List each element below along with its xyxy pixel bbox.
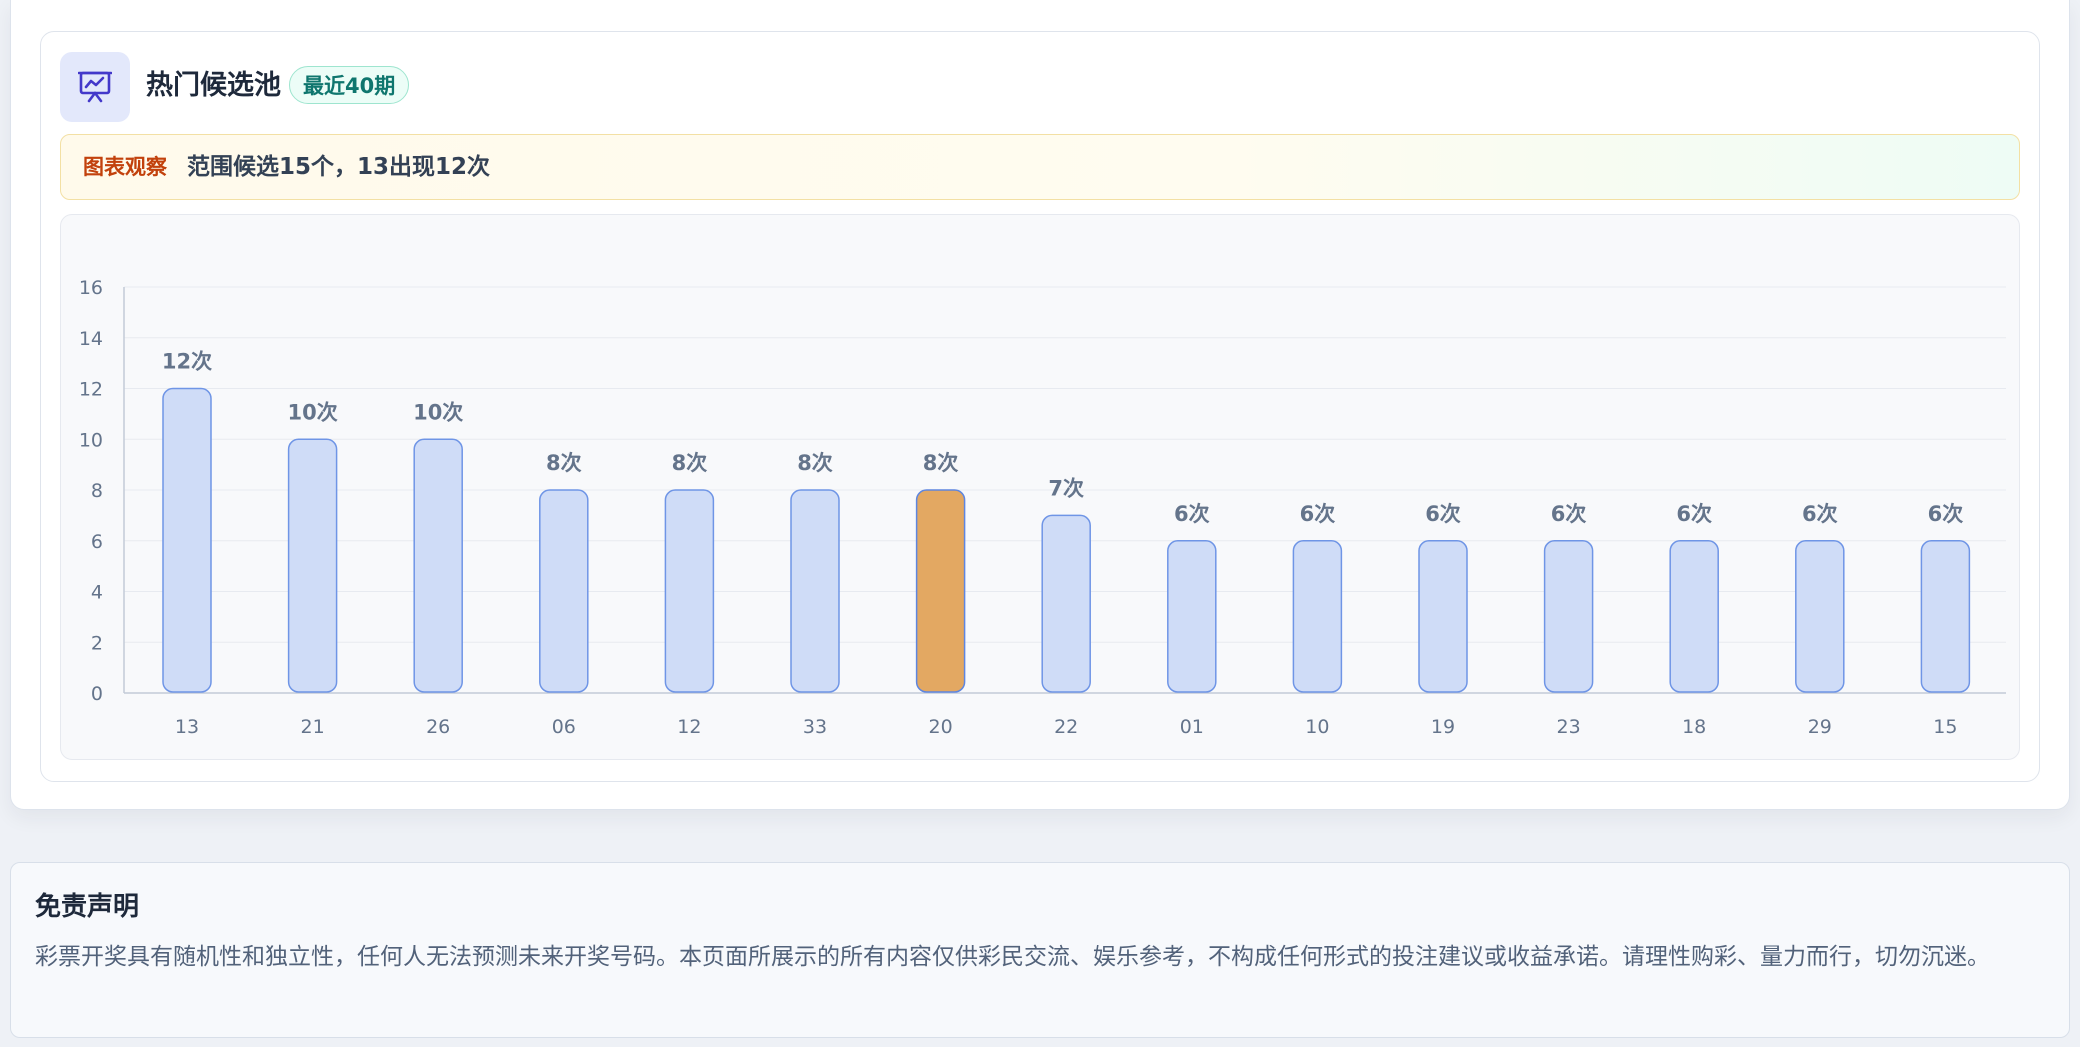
bar-22 bbox=[1041, 514, 1091, 693]
x-tick-label: 15 bbox=[1933, 716, 1957, 738]
disclaimer-card: 免责声明 彩票开奖具有随机性和独立性，任何人无法预测未来开奖号码。本页面所展示的… bbox=[10, 862, 2070, 1038]
x-tick-label: 12 bbox=[677, 716, 701, 738]
disclaimer-text: 彩票开奖具有随机性和独立性，任何人无法预测未来开奖号码。本页面所展示的所有内容仅… bbox=[35, 944, 1990, 970]
insight-text: 范围候选15个，13出现12次 bbox=[187, 154, 491, 180]
chart-panel: 0 2 4 6 8 10 12 14 16 12次 13 10次 21 10次 26 8次 06 8次 12 8次 33… bbox=[60, 214, 2020, 760]
x-tick-label: 21 bbox=[301, 716, 325, 738]
bar-26 bbox=[413, 438, 463, 693]
y-tick-label: 12 bbox=[79, 379, 103, 401]
bar-19 bbox=[1418, 540, 1468, 693]
bar-29 bbox=[1795, 540, 1845, 693]
y-tick-label: 10 bbox=[79, 429, 103, 451]
bar-01 bbox=[1167, 540, 1217, 693]
x-tick-label: 10 bbox=[1305, 716, 1329, 738]
bar-data-label: 8次 bbox=[923, 451, 959, 475]
x-tick-label: 19 bbox=[1431, 716, 1455, 738]
y-tick-label: 14 bbox=[79, 328, 103, 350]
bar-data-label: 6次 bbox=[1551, 502, 1587, 526]
period-badge: 最近40期 bbox=[289, 66, 410, 104]
insight-bar: 图表观察 范围候选15个，13出现12次 bbox=[60, 134, 2020, 200]
bar-18 bbox=[1669, 540, 1719, 693]
y-tick-label: 6 bbox=[91, 531, 103, 553]
bar-data-label: 8次 bbox=[672, 451, 708, 475]
x-tick-label: 13 bbox=[175, 716, 199, 738]
disclaimer-title: 免责声明 bbox=[35, 892, 140, 922]
x-tick-label: 33 bbox=[803, 716, 827, 738]
y-tick-label: 8 bbox=[91, 480, 103, 502]
x-tick-label: 18 bbox=[1682, 716, 1706, 738]
x-tick-label: 20 bbox=[929, 716, 953, 738]
bar-data-label: 6次 bbox=[1928, 502, 1964, 526]
frequency-bar-chart: 0 2 4 6 8 10 12 14 16 12次 13 10次 21 10次 26 8次 06 8次 12 8次 33… bbox=[79, 277, 2006, 738]
card-title: 热门候选池 bbox=[146, 70, 281, 101]
bar-data-label: 10次 bbox=[287, 400, 337, 424]
bar-12 bbox=[664, 489, 715, 693]
y-tick-label: 16 bbox=[79, 277, 103, 299]
bar-06 bbox=[539, 489, 589, 693]
bar-data-label: 6次 bbox=[1174, 502, 1210, 526]
bar-data-label: 10次 bbox=[413, 400, 463, 424]
bar-data-label: 6次 bbox=[1300, 502, 1336, 526]
bar-15 bbox=[1920, 540, 1971, 693]
bar-20 bbox=[915, 489, 966, 693]
x-tick-label: 23 bbox=[1557, 716, 1581, 738]
bar-23 bbox=[1543, 540, 1594, 693]
bar-data-label: 8次 bbox=[797, 451, 833, 475]
x-tick-label: 06 bbox=[552, 716, 576, 738]
bar-13 bbox=[162, 387, 212, 693]
bar-33 bbox=[790, 489, 840, 693]
bar-data-label: 7次 bbox=[1048, 476, 1084, 500]
x-tick-label: 01 bbox=[1180, 716, 1204, 738]
bar-data-label: 8次 bbox=[546, 451, 582, 475]
bar-data-label: 12次 bbox=[162, 350, 212, 374]
x-tick-label: 22 bbox=[1054, 716, 1078, 738]
bar-data-label: 6次 bbox=[1676, 502, 1712, 526]
y-tick-label: 2 bbox=[91, 632, 103, 654]
insight-label: 图表观察 bbox=[83, 155, 167, 179]
bar-data-label: 6次 bbox=[1802, 502, 1838, 526]
x-tick-label: 29 bbox=[1808, 716, 1832, 738]
bar-10 bbox=[1292, 540, 1343, 693]
x-tick-label: 26 bbox=[426, 716, 450, 738]
y-tick-label: 0 bbox=[91, 683, 103, 705]
presentation-chart-icon bbox=[60, 52, 130, 122]
y-tick-label: 4 bbox=[91, 582, 103, 604]
bar-data-label: 6次 bbox=[1425, 502, 1461, 526]
bar-21 bbox=[287, 438, 338, 693]
